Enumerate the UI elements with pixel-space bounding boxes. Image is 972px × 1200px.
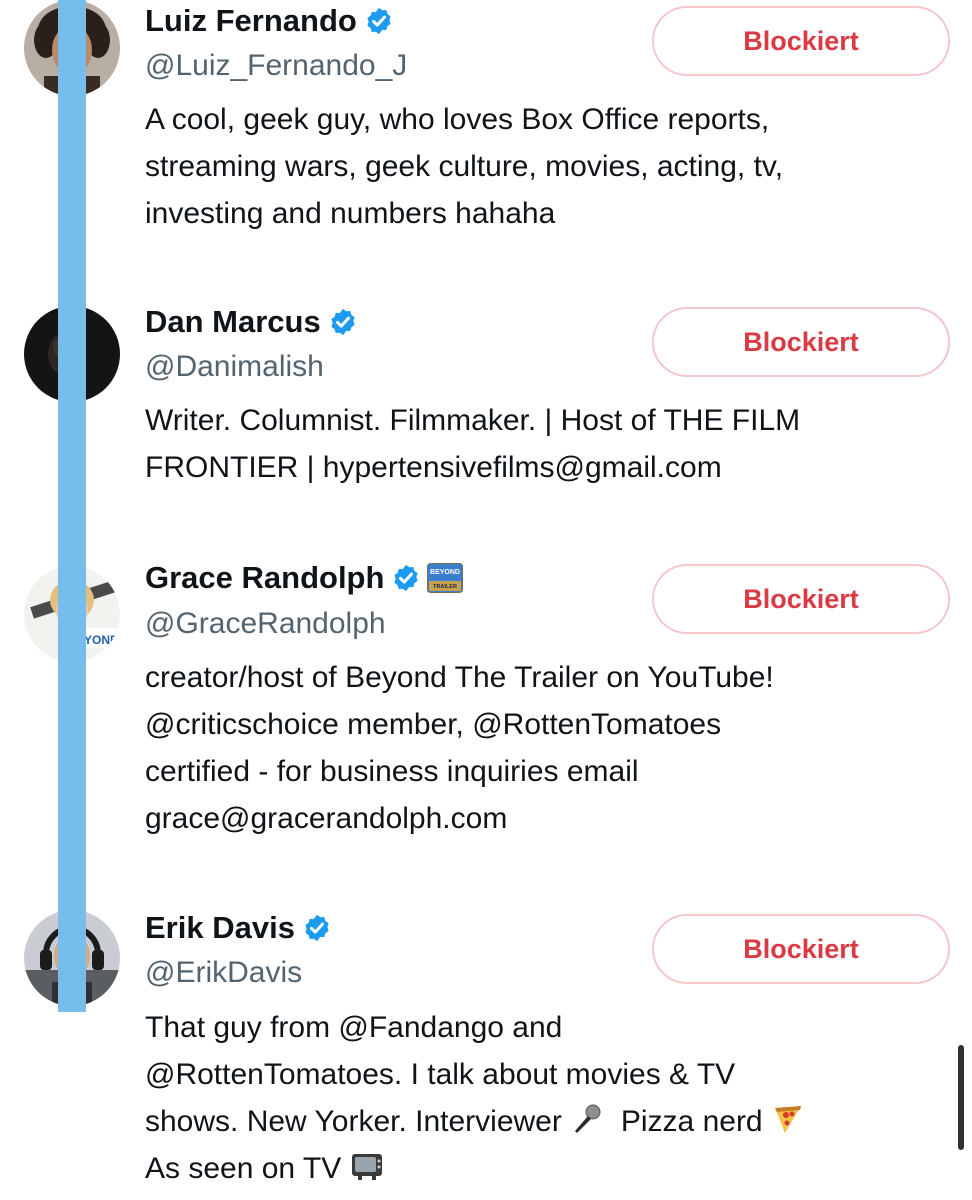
bio-line: That guy from @Fandango and xyxy=(145,1011,563,1044)
bio-line: FRONTIER | hypertensivefilms@gmail.com xyxy=(145,451,722,484)
television-icon xyxy=(350,1149,384,1183)
bio-text: Pizza nerd xyxy=(620,1105,763,1138)
verified-badge-icon xyxy=(391,563,421,593)
bio-line: shows. New Yorker. Interviewer Pizza ner… xyxy=(145,1098,950,1145)
bio-line: As seen on TV xyxy=(145,1145,950,1192)
display-name[interactable]: Luiz Fernando xyxy=(145,2,357,40)
blocked-accounts-list: Luiz Fernando @Luiz_Fernando_J A cool, g… xyxy=(0,0,972,1200)
scrollbar[interactable] xyxy=(958,1045,964,1150)
blocked-button[interactable]: Blockiert xyxy=(652,6,950,76)
account-bio: creator/host of Beyond The Trailer on Yo… xyxy=(145,654,950,842)
svg-text:BEYOND: BEYOND xyxy=(430,569,460,576)
beyond-the-trailer-affiliate-badge[interactable]: BEYOND TRAILER xyxy=(427,563,464,593)
account-bio: A cool, geek guy, who loves Box Office r… xyxy=(145,96,950,237)
account-row[interactable]: Luiz Fernando @Luiz_Fernando_J A cool, g… xyxy=(0,0,972,290)
svg-text:YOND: YOND xyxy=(84,633,119,647)
account-row[interactable]: Erik Davis @ErikDavis That guy from @Fan… xyxy=(0,900,972,1200)
bio-line: streaming wars, geek culture, movies, ac… xyxy=(145,150,784,183)
pizza-icon xyxy=(771,1102,805,1136)
account-bio: Writer. Columnist. Filmmaker. | Host of … xyxy=(145,397,950,491)
display-name[interactable]: Dan Marcus xyxy=(145,303,321,341)
display-name[interactable]: Grace Randolph xyxy=(145,559,384,597)
bio-line: certified - for business inquiries email xyxy=(145,755,639,788)
account-handle[interactable]: @GraceRandolph xyxy=(145,606,386,642)
account-handle[interactable]: @Danimalish xyxy=(145,349,324,385)
verified-badge-icon xyxy=(328,307,358,337)
annotation-highlight-bar xyxy=(58,0,86,1012)
bio-line: @criticschoice member, @RottenTomatoes xyxy=(145,708,722,741)
account-handle[interactable]: @ErikDavis xyxy=(145,955,302,991)
bio-text: As seen on TV xyxy=(145,1152,342,1185)
blocked-button[interactable]: Blockiert xyxy=(652,564,950,634)
bio-line: Writer. Columnist. Filmmaker. | Host of … xyxy=(145,404,801,437)
microphone-icon xyxy=(570,1102,604,1136)
display-name[interactable]: Erik Davis xyxy=(145,909,295,947)
bio-line: A cool, geek guy, who loves Box Office r… xyxy=(145,103,770,136)
verified-badge-icon xyxy=(364,6,394,36)
svg-text:TRAILER: TRAILER xyxy=(434,584,458,590)
bio-line: investing and numbers hahaha xyxy=(145,197,556,230)
account-row[interactable]: Dan Marcus @Danimalish Writer. Columnist… xyxy=(0,290,972,550)
blocked-button[interactable]: Blockiert xyxy=(652,914,950,984)
blocked-button[interactable]: Blockiert xyxy=(652,307,950,377)
verified-badge-icon xyxy=(302,913,332,943)
bio-text: shows. New Yorker. Interviewer xyxy=(145,1105,562,1138)
account-bio: That guy from @Fandango and @RottenTomat… xyxy=(145,1004,950,1192)
bio-line: @RottenTomatoes. I talk about movies & T… xyxy=(145,1058,736,1091)
bio-line: creator/host of Beyond The Trailer on Yo… xyxy=(145,661,774,694)
account-row[interactable]: YOND Grace Randolph BEYOND TRAILER @Grac… xyxy=(0,550,972,900)
bio-line: grace@gracerandolph.com xyxy=(145,802,508,835)
account-handle[interactable]: @Luiz_Fernando_J xyxy=(145,48,407,84)
